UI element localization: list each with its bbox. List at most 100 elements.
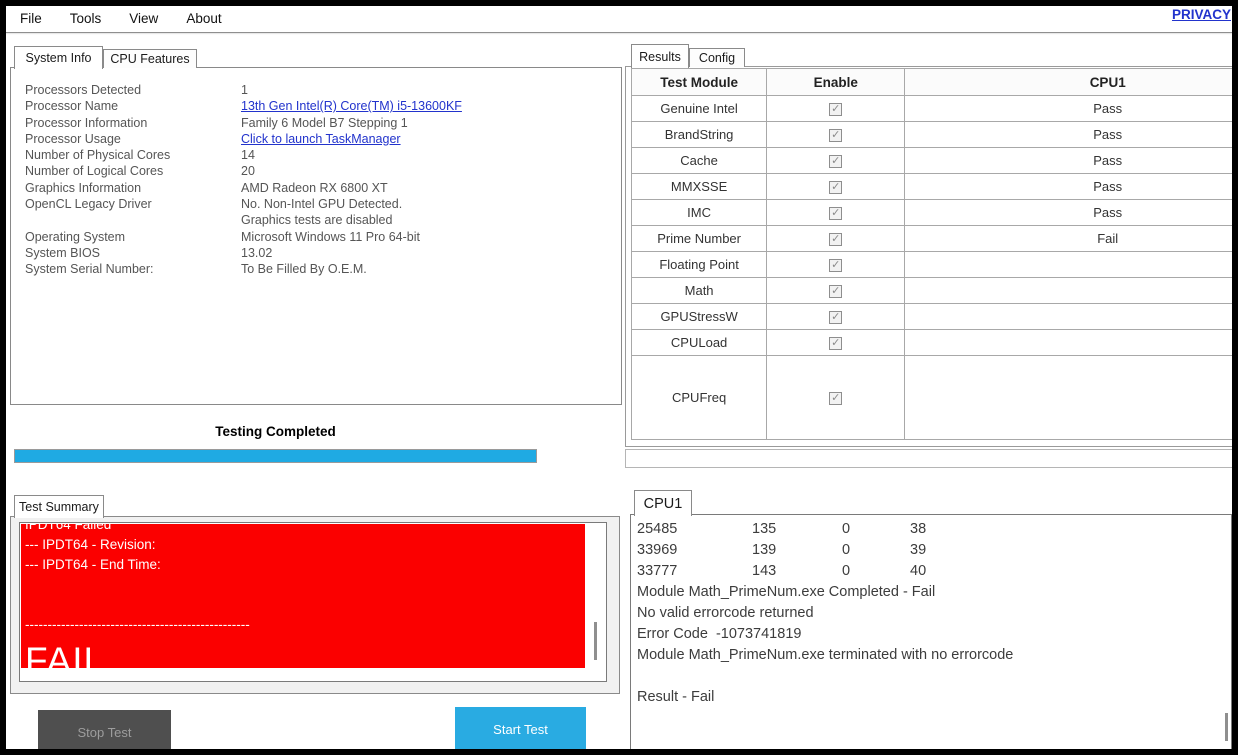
result-cell [904,329,1232,356]
log-line: Error Code -1073741819 [637,626,802,642]
menu-file[interactable]: File [6,11,56,26]
system-info-row: Graphics Information AMD Radeon RX 6800 X… [25,180,621,196]
results-header-row: Test Module Enable CPU1 [630,68,1232,96]
results-row: BrandString ✓ Pass [630,121,1232,148]
cpu-log-scrollbar-thumb[interactable] [1225,713,1228,741]
module-cell: GPUStressW [630,303,768,330]
log-col-value: 33969 [637,542,678,558]
summary-line [25,595,585,615]
start-test-button[interactable]: Start Test [455,707,586,749]
system-info-row: Operating System Microsoft Windows 11 Pro… [25,229,621,245]
enable-checkbox-checked-icon[interactable]: ✓ [829,285,843,299]
menu-tools[interactable]: Tools [56,11,116,26]
info-value-link[interactable]: Click to launch TaskManager [241,132,401,146]
log-line: Module Math_PrimeNum.exe Completed - Fai… [637,584,936,600]
enable-cell: ✓ [766,303,906,330]
enable-cell: ✓ [766,121,906,148]
cpu-log-tabstrip: CPU1 [634,489,692,516]
column-test-module: Test Module [630,68,768,96]
tab-test-summary[interactable]: Test Summary [14,495,104,518]
enable-checkbox-checked-icon[interactable]: ✓ [829,392,843,406]
system-info-row: System Serial Number: To Be Filled By O.E… [25,261,621,277]
result-cell: Pass [904,147,1232,174]
enable-cell: ✓ [766,199,906,226]
log-col-value: 38 [910,521,927,537]
log-col-value: 135 [752,521,777,537]
test-summary-tabstrip: Test Summary [14,494,104,518]
test-summary-scrollbar[interactable] [585,524,605,680]
info-value: AMD Radeon RX 6800 XT [241,180,388,195]
system-info-row: OpenCL Legacy Driver No. Non-Intel GPU De… [25,196,621,212]
privacy-link[interactable]: PRIVACY [1172,7,1231,22]
info-value: 14 [241,148,255,163]
results-panel: Test Module Enable CPU1 Genuine Intel ✓ Pa… [625,66,1232,447]
summary-line: --- IPDT64 - Revision: [25,537,156,552]
system-info-rows: Processors Detected 1 Processor Name 13th G… [11,68,621,278]
results-row: Genuine Intel ✓ Pass [630,95,1232,122]
log-line: 33969 139 0 39 [637,540,1225,561]
menu-about[interactable]: About [172,11,235,26]
info-label: Processor Information [25,115,148,130]
enable-checkbox-checked-icon[interactable]: ✓ [829,181,843,195]
test-summary-lines: IPDT64 Failed --- IPDT64 - Revision: --- I… [25,524,585,635]
enable-cell: ✓ [766,355,906,440]
enable-checkbox-checked-icon[interactable]: ✓ [829,103,843,117]
enable-checkbox-checked-icon[interactable]: ✓ [829,311,843,325]
enable-checkbox-checked-icon[interactable]: ✓ [829,233,843,247]
cpu-log-panel[interactable]: 25485 135 0 38 33969 139 0 39 33777 143 0 40 Module … [630,514,1232,749]
menu-bar: File Tools View About PRIVACY [6,6,1232,30]
info-label: Processor Usage [25,131,121,146]
result-cell: Fail [904,225,1232,252]
enable-checkbox-checked-icon[interactable]: ✓ [829,259,843,273]
enable-checkbox-checked-icon[interactable]: ✓ [829,129,843,143]
log-col-value: 40 [910,563,927,579]
info-label [25,212,241,228]
enable-checkbox-checked-icon[interactable]: ✓ [829,207,843,221]
result-cell: Pass [904,199,1232,226]
test-summary-panel: IPDT64 Failed --- IPDT64 - Revision: --- I… [10,516,620,694]
info-label: Number of Physical Cores [25,148,171,163]
results-row: CPUFreq ✓ [630,355,1232,440]
system-info-tabstrip: System Info CPU Features [14,45,197,69]
info-value: Microsoft Windows 11 Pro 64-bit [241,229,420,244]
results-row: Cache ✓ Pass [630,147,1232,174]
test-summary-scroll-area[interactable]: IPDT64 Failed --- IPDT64 - Revision: --- I… [19,522,607,682]
info-label: Graphics Information [25,180,142,195]
results-row: GPUStressW ✓ [630,303,1232,330]
tab-cpu1[interactable]: CPU1 [634,490,692,516]
info-value: 13.02 [241,245,273,260]
system-info-row: Number of Logical Cores 20 [25,163,621,179]
system-info-panel: Processors Detected 1 Processor Name 13th G… [10,67,622,405]
menu-separator [6,32,1232,35]
tab-system-info[interactable]: System Info [14,46,103,69]
info-label: Number of Logical Cores [25,164,164,179]
log-col-value: 0 [842,542,851,558]
info-value: Graphics tests are disabled [241,213,393,228]
log-col-value: 0 [842,563,851,579]
result-cell: Pass [904,121,1232,148]
enable-checkbox-checked-icon[interactable]: ✓ [829,155,843,169]
module-cell: IMC [630,199,768,226]
module-cell: Floating Point [630,251,768,278]
menu-view[interactable]: View [115,11,172,26]
system-info-row: Graphics tests are disabled [25,212,621,228]
result-cell [904,303,1232,330]
log-line: No valid errorcode returned [637,605,814,621]
column-cpu1: CPU1 [904,68,1232,96]
info-value-link[interactable]: 13th Gen Intel(R) Core(TM) i5-13600KF [241,99,462,113]
info-value: To Be Filled By O.E.M. [241,262,367,277]
log-col-value: 25485 [637,521,678,537]
scrollbar-thumb[interactable] [594,622,597,660]
info-label: System Serial Number: [25,262,154,277]
enable-cell: ✓ [766,173,906,200]
stop-test-button[interactable]: Stop Test [38,710,171,749]
enable-checkbox-checked-icon[interactable]: ✓ [829,337,843,351]
results-horizontal-scrollbar[interactable] [625,449,1232,468]
tab-cpu-features[interactable]: CPU Features [103,49,197,68]
summary-line: IPDT64 Failed [25,524,112,532]
summary-line: --- IPDT64 - End Time: [25,557,161,572]
system-info-row: Processors Detected 1 [25,82,621,98]
tab-results[interactable]: Results [631,44,689,68]
log-col-value: 0 [842,521,851,537]
tab-config[interactable]: Config [689,48,745,67]
